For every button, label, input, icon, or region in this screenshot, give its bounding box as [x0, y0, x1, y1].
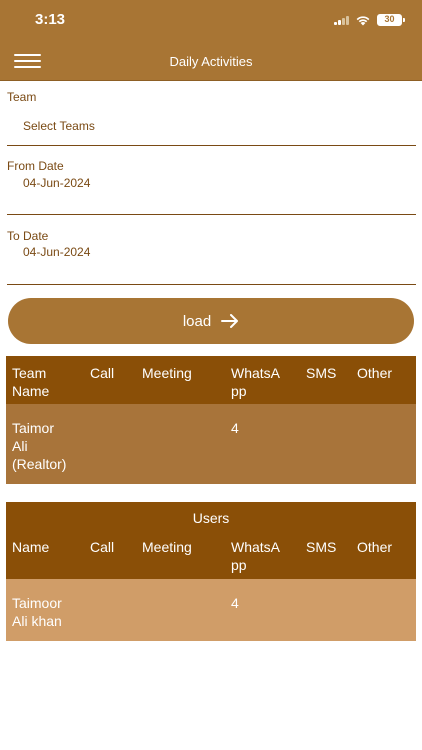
arrow-right-icon — [221, 314, 239, 328]
cell-whatsapp: 4 — [231, 595, 239, 611]
cell-name: Taimor Ali (Realtor) — [12, 420, 67, 472]
table-header: Users Name Call Meeting WhatsA pp SMS Other — [6, 502, 416, 579]
team-select[interactable]: Select Teams — [23, 119, 95, 133]
column-header-name: Team Name — [12, 365, 50, 399]
team-field-underline — [7, 145, 416, 146]
column-header-meeting: Meeting — [142, 539, 192, 555]
to-date-label: To Date — [7, 229, 49, 243]
load-button[interactable]: load — [8, 298, 414, 344]
column-header-meeting: Meeting — [142, 365, 192, 381]
status-time: 3:13 — [35, 11, 66, 28]
page-title: Daily Activities — [169, 54, 253, 69]
table-title: Users — [192, 510, 230, 526]
cell-name: Taimoor Ali khan — [12, 595, 62, 629]
wifi-icon — [356, 16, 370, 26]
signal-icon — [334, 15, 349, 25]
table-row[interactable]: Taimoor Ali khan 4 — [6, 579, 416, 641]
column-header-other: Other — [357, 539, 393, 555]
app-bar: Daily Activities — [0, 44, 422, 81]
column-header-call: Call — [90, 365, 115, 381]
status-bar: 3:13 30 — [0, 0, 422, 44]
status-icons: 30 — [334, 14, 405, 26]
cell-whatsapp: 4 — [231, 420, 239, 436]
column-header-call: Call — [90, 539, 115, 555]
team-label: Team — [7, 90, 37, 104]
battery-icon: 30 — [377, 14, 405, 26]
table-header: Team Name Call Meeting WhatsA pp SMS Other — [6, 356, 416, 404]
to-date-underline — [7, 284, 416, 285]
column-header-whatsapp: WhatsA pp — [231, 365, 281, 399]
column-header-sms: SMS — [306, 539, 337, 555]
to-date-field[interactable]: 04-Jun-2024 — [23, 245, 90, 259]
team-activity-table: Team Name Call Meeting WhatsA pp SMS Other Tai… — [6, 356, 416, 484]
column-header-name: Name — [12, 539, 50, 555]
users-activity-table: Users Name Call Meeting WhatsA pp SMS Other Tai… — [6, 502, 416, 641]
column-header-whatsapp: WhatsA pp — [231, 539, 281, 573]
from-date-label: From Date — [7, 159, 64, 173]
column-header-other: Other — [357, 365, 393, 381]
from-date-field[interactable]: 04-Jun-2024 — [23, 176, 90, 190]
load-button-label: load — [182, 312, 212, 330]
column-header-sms: SMS — [306, 365, 337, 381]
table-row[interactable]: Taimor Ali (Realtor) 4 — [6, 404, 416, 484]
from-date-underline — [7, 214, 416, 215]
